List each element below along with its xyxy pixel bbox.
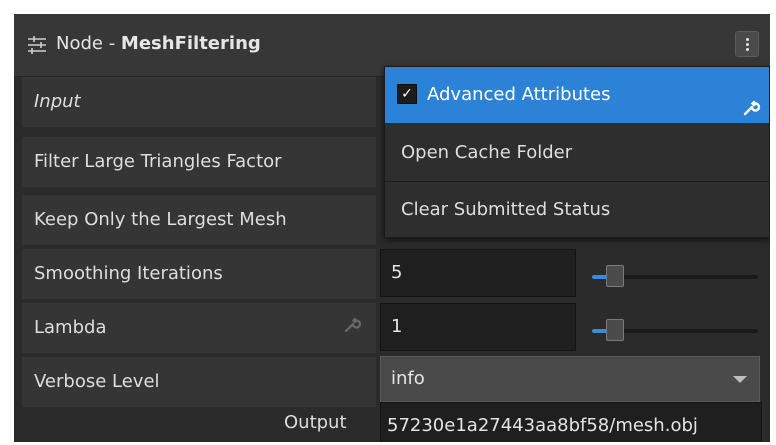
node-title: Node - MeshFiltering [56, 33, 261, 54]
node-context-menu: ✓ Advanced Attributes Open Cache Folder … [384, 66, 770, 238]
attribute-label-smoothing-iterations: Smoothing Iterations [22, 249, 376, 299]
menu-item-clear-submitted-status[interactable]: Clear Submitted Status [385, 182, 769, 238]
attribute-label-keep-largest-mesh: Keep Only the Largest Mesh [22, 195, 376, 245]
wrench-icon [343, 316, 362, 334]
smoothing-iterations-input[interactable]: 5 [380, 249, 576, 297]
verbose-level-dropdown[interactable]: info [380, 356, 760, 402]
attribute-label-lambda: Lambda [22, 303, 376, 353]
attribute-row-smoothing-iterations: Smoothing Iterations 5 [14, 246, 770, 302]
menu-item-open-cache-folder[interactable]: Open Cache Folder [385, 125, 769, 181]
output-path-field[interactable]: 57230e1a27443aa8bf58/mesh.obj [380, 402, 762, 442]
node-menu-button[interactable] [735, 31, 759, 57]
lambda-input[interactable]: 1 [380, 303, 576, 351]
node-title-prefix: Node - [56, 33, 121, 54]
checkbox-advanced-attributes[interactable]: ✓ [397, 84, 417, 104]
lambda-slider-handle[interactable] [606, 319, 624, 341]
node-attribute-panel: Node - MeshFiltering Input Filter Large … [14, 14, 770, 442]
sliders-icon [26, 34, 48, 56]
node-name: MeshFiltering [120, 33, 261, 54]
verbose-level-value: info [391, 368, 425, 389]
wrench-icon [741, 85, 761, 116]
attribute-row-output: Output 57230e1a27443aa8bf58/mesh.obj [14, 400, 770, 442]
attribute-label-input: Input [22, 77, 376, 127]
menu-item-advanced-attributes[interactable]: ✓ Advanced Attributes [385, 67, 769, 123]
attribute-label-filter-large-triangles: Filter Large Triangles Factor [22, 137, 376, 187]
chevron-down-icon [733, 376, 747, 383]
attribute-label-output: Output [284, 412, 347, 433]
smoothing-iterations-slider-handle[interactable] [606, 265, 624, 287]
attribute-row-lambda: Lambda 1 [14, 300, 770, 356]
menu-item-advanced-attributes-label: Advanced Attributes [427, 84, 611, 105]
